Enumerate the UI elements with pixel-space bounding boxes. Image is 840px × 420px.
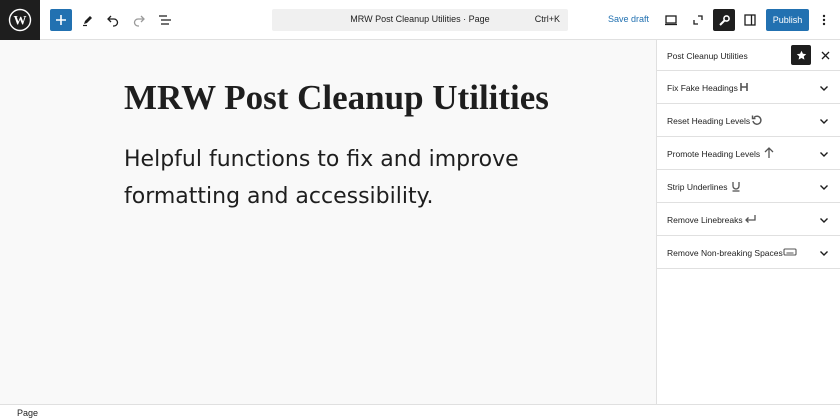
sidebar-toggle-icon bbox=[744, 14, 756, 26]
sidebar-toggle-button[interactable] bbox=[738, 8, 762, 32]
undo-button[interactable] bbox=[101, 8, 125, 32]
plugin-sidebar: Post Cleanup Utilities Fix Fake Headings… bbox=[656, 40, 840, 404]
keyboard-shortcut: Ctrl+K bbox=[534, 14, 560, 24]
add-block-button[interactable] bbox=[50, 9, 72, 31]
document-overview-button[interactable] bbox=[153, 8, 177, 32]
editor-header: W MRW Post Cleanup Utilities · Page Ctrl… bbox=[0, 0, 840, 40]
close-icon bbox=[821, 51, 829, 59]
panel-strip-underlines[interactable]: Strip Underlines bbox=[657, 170, 840, 203]
wrench-icon bbox=[718, 14, 730, 26]
chevron-down-icon bbox=[820, 185, 828, 190]
sidebar-header: Post Cleanup Utilities bbox=[657, 40, 840, 71]
redo-button[interactable] bbox=[127, 8, 151, 32]
pencil-icon bbox=[83, 16, 92, 27]
pin-plugin-button[interactable] bbox=[791, 45, 811, 65]
editor-canvas[interactable]: MRW Post Cleanup Utilities Helpful funct… bbox=[0, 40, 656, 404]
undo-icon bbox=[107, 15, 119, 27]
plus-icon bbox=[56, 15, 66, 25]
redo-icon bbox=[133, 15, 145, 27]
save-draft-button[interactable]: Save draft bbox=[608, 14, 649, 24]
reset-icon bbox=[750, 113, 764, 127]
panel-label: Reset Heading Levels bbox=[667, 116, 751, 126]
panel-remove-linebreaks[interactable]: Remove Linebreaks bbox=[657, 203, 840, 236]
panel-fix-fake-headings[interactable]: Fix Fake Headings bbox=[657, 71, 840, 104]
underline-icon bbox=[729, 179, 743, 193]
breadcrumb[interactable]: Page bbox=[17, 408, 38, 418]
paragraph-block[interactable]: Helpful functions to fix and improve for… bbox=[124, 141, 564, 215]
nbsp-icon bbox=[783, 245, 797, 259]
heading-icon bbox=[737, 80, 751, 94]
document-title: MRW Post Cleanup Utilities · Page bbox=[350, 14, 490, 24]
panel-label: Remove Linebreaks bbox=[667, 215, 743, 225]
desktop-view-icon bbox=[665, 15, 677, 26]
chevron-down-icon bbox=[820, 152, 828, 157]
chevron-down-icon bbox=[820, 86, 828, 91]
panel-label: Strip Underlines bbox=[667, 182, 728, 192]
preview-button[interactable] bbox=[659, 8, 683, 32]
panel-remove-nbsp[interactable]: Remove Non-breaking Spaces bbox=[657, 236, 840, 269]
options-menu-button[interactable] bbox=[812, 8, 836, 32]
panel-label: Promote Heading Levels bbox=[667, 149, 761, 159]
list-view-icon bbox=[159, 15, 171, 25]
command-palette-bar[interactable]: MRW Post Cleanup Utilities · Page Ctrl+K bbox=[272, 9, 568, 31]
chevron-down-icon bbox=[820, 119, 828, 124]
settings-button[interactable] bbox=[713, 9, 735, 31]
panel-label: Fix Fake Headings bbox=[667, 83, 738, 93]
external-link-icon bbox=[693, 15, 703, 25]
arrow-up-icon bbox=[762, 146, 776, 160]
svg-text:W: W bbox=[14, 13, 27, 28]
panel-promote-heading-levels[interactable]: Promote Heading Levels bbox=[657, 137, 840, 170]
tools-button[interactable] bbox=[76, 8, 100, 32]
wordpress-logo-icon[interactable]: W bbox=[0, 0, 40, 40]
chevron-down-icon bbox=[820, 251, 828, 256]
linebreak-icon bbox=[743, 212, 757, 226]
close-sidebar-button[interactable] bbox=[817, 47, 833, 63]
publish-button[interactable]: Publish bbox=[766, 9, 809, 31]
star-icon bbox=[796, 50, 806, 60]
post-title[interactable]: MRW Post Cleanup Utilities bbox=[124, 78, 549, 118]
view-page-button[interactable] bbox=[686, 8, 710, 32]
sidebar-title: Post Cleanup Utilities bbox=[667, 51, 748, 61]
editor-footer: Page bbox=[0, 404, 840, 420]
panel-reset-heading-levels[interactable]: Reset Heading Levels bbox=[657, 104, 840, 137]
chevron-down-icon bbox=[820, 218, 828, 223]
panel-label: Remove Non-breaking Spaces bbox=[667, 248, 783, 258]
more-options-icon bbox=[822, 14, 826, 26]
